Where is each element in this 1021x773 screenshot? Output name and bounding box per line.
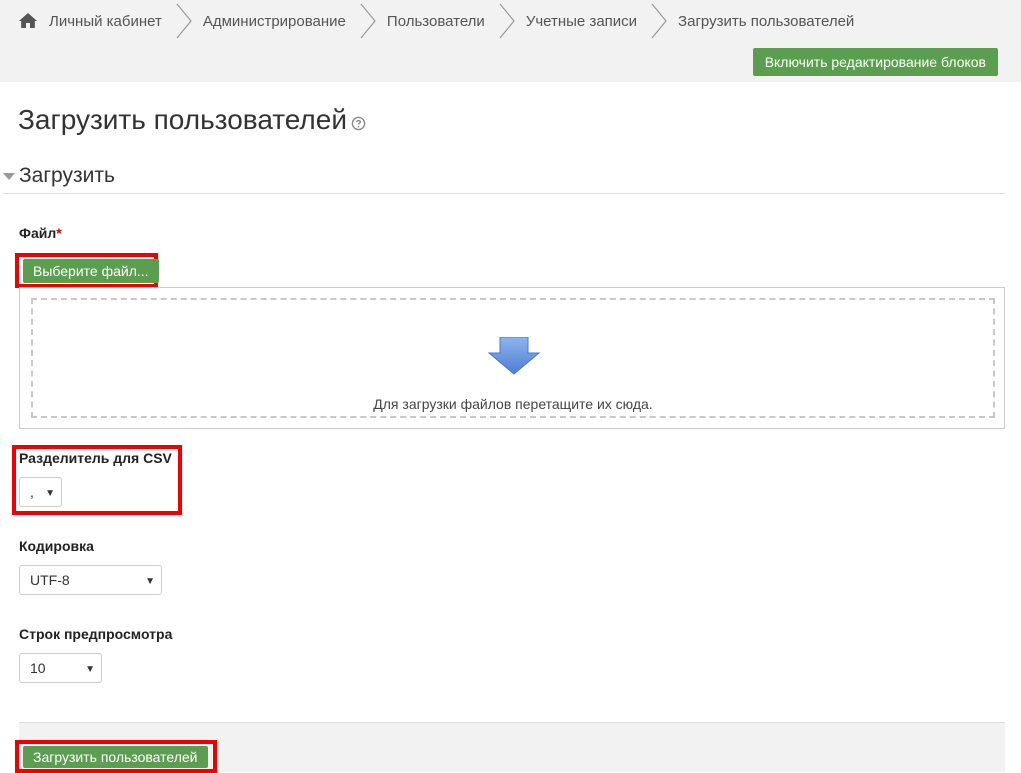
breadcrumb-item-users[interactable]: Пользователи — [387, 13, 485, 30]
breadcrumb-separator-icon — [176, 3, 192, 39]
file-dropzone[interactable]: Для загрузки файлов перетащите их сюда. — [19, 287, 1005, 429]
csv-delimiter-label: Разделитель для CSV — [19, 450, 172, 466]
section-upload-header[interactable]: Загрузить — [3, 158, 1005, 194]
file-field-label: Файл* — [19, 225, 62, 241]
chevron-down-icon: ▼ — [145, 576, 155, 587]
chevron-down-icon: ▼ — [85, 664, 95, 675]
breadcrumb-separator-icon — [499, 3, 515, 39]
chevron-down-icon: ▼ — [45, 488, 55, 499]
breadcrumb: Личный кабинет Администрирование Пользов… — [18, 0, 854, 42]
collapse-arrow-icon — [3, 173, 15, 180]
csv-delimiter-value: , — [30, 484, 34, 500]
preview-rows-label: Строк предпросмотра — [19, 626, 173, 642]
preview-rows-value: 10 — [30, 660, 46, 676]
encoding-label: Кодировка — [19, 538, 94, 554]
home-icon[interactable] — [18, 11, 38, 31]
breadcrumb-separator-icon — [651, 3, 667, 39]
breadcrumb-separator-icon — [360, 3, 376, 39]
page-header: Личный кабинет Администрирование Пользов… — [0, 0, 1021, 82]
dropzone-dashed-area: Для загрузки файлов перетащите их сюда. — [31, 298, 995, 418]
upload-users-submit-button[interactable]: Загрузить пользователей — [23, 746, 208, 768]
encoding-value: UTF-8 — [30, 572, 70, 588]
breadcrumb-item-accounts[interactable]: Учетные записи — [526, 13, 637, 30]
required-mark: * — [56, 225, 62, 241]
page-title-text: Загрузить пользователей — [18, 104, 347, 135]
enable-block-editing-button[interactable]: Включить редактирование блоков — [752, 48, 998, 76]
choose-file-button[interactable]: Выберите файл... — [23, 259, 159, 283]
breadcrumb-item-dashboard[interactable]: Личный кабинет — [49, 13, 162, 30]
help-icon[interactable] — [351, 116, 366, 131]
csv-delimiter-select[interactable]: , ▼ — [19, 477, 62, 507]
breadcrumb-item-upload-users[interactable]: Загрузить пользователей — [678, 13, 854, 30]
breadcrumb-item-administration[interactable]: Администрирование — [203, 13, 346, 30]
file-label-text: Файл — [19, 225, 57, 241]
page-title: Загрузить пользователей — [18, 104, 366, 136]
encoding-select[interactable]: UTF-8 ▼ — [19, 565, 162, 595]
preview-rows-select[interactable]: 10 ▼ — [19, 653, 102, 683]
download-arrow-icon — [487, 337, 541, 375]
section-title: Загрузить — [19, 163, 115, 187]
dropzone-hint: Для загрузки файлов перетащите их сюда. — [373, 396, 653, 412]
